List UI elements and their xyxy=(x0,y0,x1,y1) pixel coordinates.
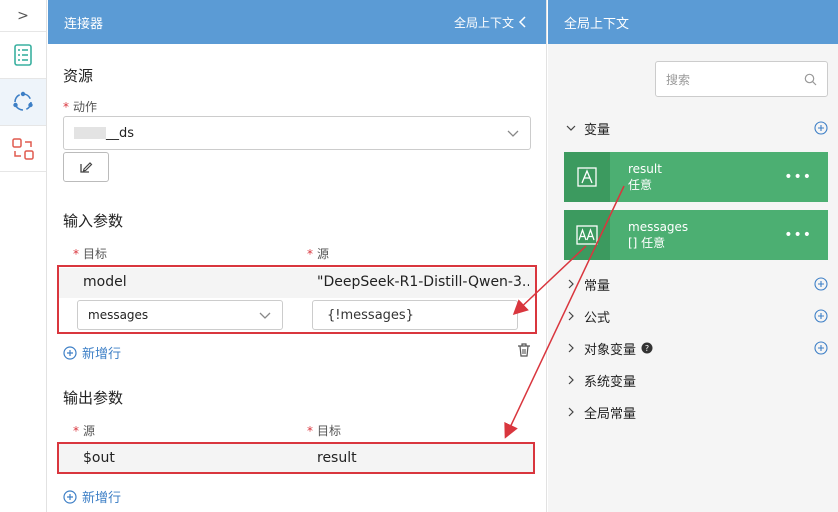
trash-icon[interactable] xyxy=(516,342,532,358)
help-icon[interactable]: ? xyxy=(641,342,653,354)
add-output-row-button[interactable]: 新增行 xyxy=(63,487,121,506)
edit-action-button[interactable] xyxy=(63,152,109,182)
chevron-right-icon xyxy=(568,311,574,321)
input-target-header: * 目标 xyxy=(73,247,108,261)
action-select[interactable]: __ds xyxy=(63,116,531,150)
group-variables[interactable]: 变量 xyxy=(548,112,838,144)
context-search-input[interactable]: 搜索 xyxy=(655,61,828,97)
more-icon[interactable]: ••• xyxy=(784,169,812,185)
variable-card-result[interactable]: result 任意 ••• xyxy=(564,152,828,202)
add-variable-icon[interactable] xyxy=(814,121,828,135)
edit-icon xyxy=(80,162,93,173)
input-highlight-box xyxy=(57,265,537,334)
variable-type: 任意 xyxy=(628,178,653,192)
svg-text:?: ? xyxy=(645,344,649,353)
rail-item-list[interactable] xyxy=(0,31,46,78)
rail-item-mapping[interactable] xyxy=(0,125,46,172)
rail-item-connector[interactable] xyxy=(0,78,46,125)
left-rail: > xyxy=(0,0,47,512)
list-icon xyxy=(14,44,32,66)
chevron-down-icon xyxy=(507,130,519,137)
group-object-vars[interactable]: 对象变量 ? xyxy=(548,332,838,364)
action-select-value: __ds xyxy=(74,126,134,141)
global-context-panel: 全局上下文 搜索 变量 result 任意 ••• messages [] 任意… xyxy=(548,0,838,512)
connector-title: 连接器 xyxy=(64,16,104,32)
group-global-constants[interactable]: 全局常量 xyxy=(548,396,838,428)
chevron-right-icon xyxy=(568,343,574,353)
connector-icon xyxy=(13,91,33,111)
add-formula-icon[interactable] xyxy=(814,309,828,323)
global-context-title: 全局上下文 xyxy=(564,16,630,32)
more-icon[interactable]: ••• xyxy=(784,227,812,243)
chevron-down-icon xyxy=(566,125,576,131)
action-label: * 动作 xyxy=(63,100,98,114)
chevron-right-icon: > xyxy=(17,7,29,24)
swap-icon xyxy=(12,137,34,160)
collection-variable-icon xyxy=(564,210,610,260)
plus-circle-icon xyxy=(63,489,77,504)
plus-circle-icon xyxy=(63,345,77,360)
output-source-header: * 源 xyxy=(73,424,96,438)
text-variable-icon xyxy=(564,152,610,202)
chevron-right-icon xyxy=(568,375,574,385)
group-system-vars[interactable]: 系统变量 xyxy=(548,364,838,396)
variable-type: [] 任意 xyxy=(628,236,666,250)
connector-panel: 连接器 全局上下文 资源 * 动作 __ds 输入参数 * 目标 * 源 model … xyxy=(48,0,547,512)
output-highlight-box xyxy=(57,442,535,474)
global-context-header: 全局上下文 xyxy=(548,0,838,44)
add-object-var-icon[interactable] xyxy=(814,341,828,355)
search-icon xyxy=(804,73,817,85)
chevron-right-icon xyxy=(568,407,574,417)
chevron-left-icon xyxy=(518,16,526,28)
group-formulas[interactable]: 公式 xyxy=(548,300,838,332)
input-source-header: * 源 xyxy=(307,247,330,261)
group-constants[interactable]: 常量 xyxy=(548,268,838,300)
variable-name: result xyxy=(628,162,662,176)
chevron-right-icon xyxy=(568,279,574,289)
add-input-row-button[interactable]: 新增行 xyxy=(63,343,121,362)
connector-header: 连接器 全局上下文 xyxy=(48,0,546,44)
resources-title: 资源 xyxy=(63,67,94,85)
output-params-title: 输出参数 xyxy=(63,389,124,407)
output-target-header: * 目标 xyxy=(307,424,342,438)
rail-toggle-button[interactable]: > xyxy=(0,0,46,31)
variable-name: messages xyxy=(628,220,689,234)
variable-card-messages[interactable]: messages [] 任意 ••• xyxy=(564,210,828,260)
add-constant-icon[interactable] xyxy=(814,277,828,291)
input-params-title: 输入参数 xyxy=(63,212,124,230)
global-context-link[interactable]: 全局上下文 xyxy=(454,14,528,31)
